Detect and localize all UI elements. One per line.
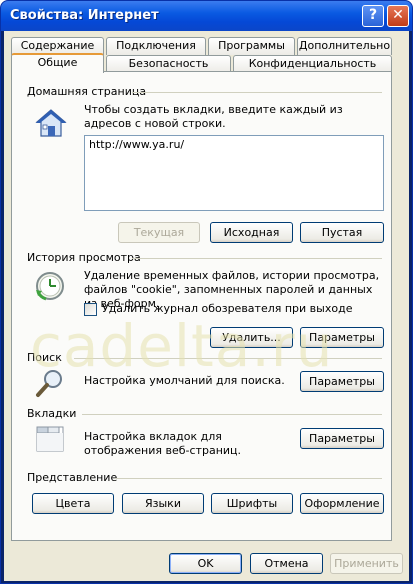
search-settings-button[interactable]: Параметры	[300, 371, 384, 392]
search-description: Настройка умолчаний для поиска.	[84, 374, 285, 387]
home-page-url-value: http://www.ya.ru/	[89, 138, 185, 151]
home-page-description: Чтобы создать вкладки, введите каждый из…	[84, 103, 343, 130]
clock-icon	[34, 270, 68, 304]
home-page-divider	[132, 92, 382, 93]
internet-options-window: Свойства: Интернет ? ✕ Содержание Подклю…	[0, 0, 413, 584]
apply-button[interactable]: Применить	[330, 553, 403, 574]
tab-programs[interactable]: Программы	[208, 37, 295, 55]
home-page-group-title: Домашняя страница	[27, 85, 147, 98]
general-tab-panel: Домашняя страница Чтобы создать вкладки,…	[11, 71, 392, 541]
tabs-description: Настройка вкладок для отображения веб-ст…	[84, 430, 242, 457]
fonts-button[interactable]: Шрифты	[211, 493, 293, 514]
history-divider	[132, 258, 382, 259]
house-icon	[34, 107, 68, 139]
window-title: Свойства: Интернет	[10, 8, 159, 23]
tabs-divider	[82, 414, 382, 415]
magnifier-icon	[34, 367, 68, 399]
title-bar[interactable]: Свойства: Интернет ? ✕	[1, 1, 412, 31]
appearance-divider	[115, 478, 382, 479]
tab-connections[interactable]: Подключения	[106, 37, 206, 55]
delete-history-on-exit-checkbox[interactable]	[84, 303, 97, 316]
close-button[interactable]: ✕	[387, 5, 409, 27]
tabs-group-title: Вкладки	[27, 407, 77, 420]
ok-button[interactable]: OK	[169, 553, 242, 574]
languages-button[interactable]: Языки	[122, 493, 204, 514]
delete-history-on-exit-label[interactable]: Удалить журнал обозревателя при выходе	[102, 302, 352, 316]
use-default-button[interactable]: Исходная	[210, 222, 293, 243]
delete-history-button[interactable]: Удалить...	[210, 327, 293, 348]
dialog-client: Содержание Подключения Программы Дополни…	[4, 31, 409, 581]
cancel-button[interactable]: Отмена	[250, 553, 323, 574]
tab-general[interactable]: Общие	[11, 53, 104, 73]
tabs-settings-button[interactable]: Параметры	[300, 428, 384, 449]
tabs-icon	[34, 423, 68, 455]
tab-advanced[interactable]: Дополнительно	[297, 37, 392, 55]
history-group-title: История просмотра	[27, 251, 141, 264]
history-settings-button[interactable]: Параметры	[300, 327, 384, 348]
search-divider	[74, 358, 382, 359]
use-blank-button[interactable]: Пустая	[300, 222, 384, 243]
home-page-url-field[interactable]: http://www.ya.ru/	[84, 135, 384, 211]
use-current-button[interactable]: Текущая	[118, 222, 200, 243]
search-group-title: Поиск	[27, 351, 62, 364]
accessibility-button[interactable]: Оформление	[300, 493, 384, 514]
colors-button[interactable]: Цвета	[32, 493, 114, 514]
help-button[interactable]: ?	[362, 5, 384, 27]
appearance-group-title: Представление	[27, 471, 118, 484]
